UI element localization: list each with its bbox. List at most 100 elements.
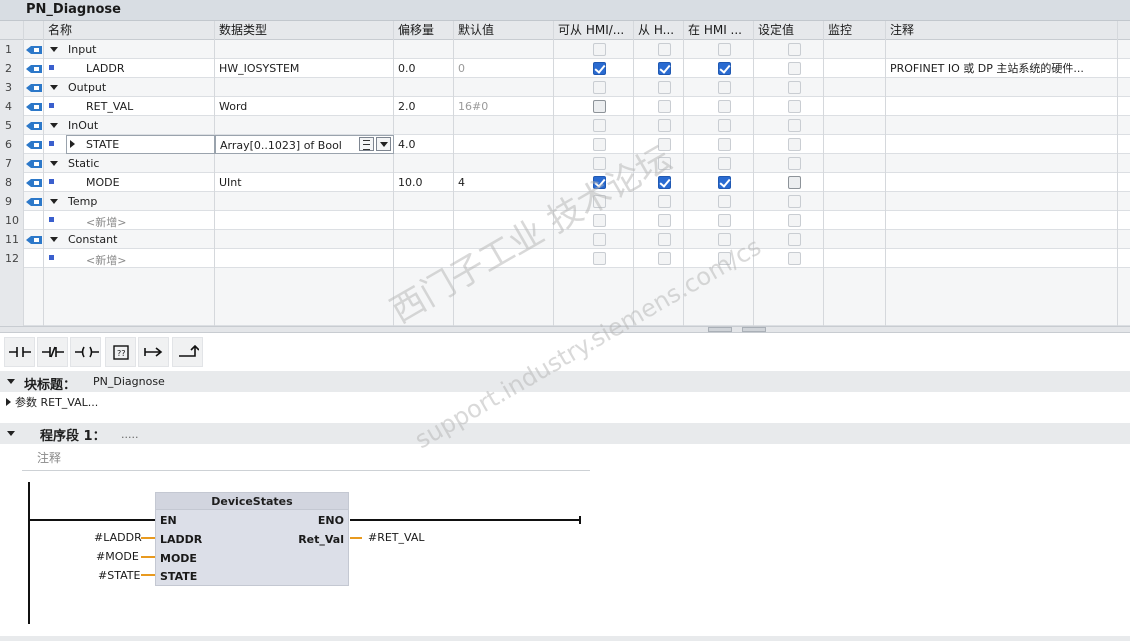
- name-cell[interactable]: <新增>: [44, 211, 215, 230]
- hmi-visible-checkbox[interactable]: [718, 138, 731, 151]
- col-offset[interactable]: 偏移量: [394, 21, 454, 40]
- hmi-write-checkbox[interactable]: [658, 195, 671, 208]
- network-title-bar[interactable]: 程序段 1： .....: [0, 423, 1130, 444]
- network-comment[interactable]: 注释: [22, 446, 590, 471]
- hmi-visible-checkbox[interactable]: [718, 157, 731, 170]
- setpoint-checkbox[interactable]: [788, 119, 801, 132]
- type-cell[interactable]: Word: [215, 97, 394, 116]
- name-cell[interactable]: MODE: [44, 173, 215, 192]
- param-mode[interactable]: #MODE: [96, 550, 139, 563]
- collapse-icon[interactable]: [50, 237, 58, 242]
- name-cell[interactable]: InOut: [44, 116, 215, 135]
- name-cell[interactable]: STATE: [44, 135, 215, 154]
- table-row[interactable]: 7 Static: [0, 154, 1130, 173]
- hmi-access-checkbox[interactable]: [593, 252, 606, 265]
- col-hmi-visible[interactable]: 在 HMI ...: [684, 21, 754, 40]
- type-cell[interactable]: UInt: [215, 173, 394, 192]
- col-monitor[interactable]: 监控: [824, 21, 886, 40]
- type-cell[interactable]: [215, 116, 394, 135]
- hmi-visible-checkbox[interactable]: [718, 176, 731, 189]
- type-cell[interactable]: [215, 249, 394, 268]
- offset-cell[interactable]: [394, 40, 454, 59]
- name-cell[interactable]: LADDR: [44, 59, 215, 78]
- offset-cell[interactable]: 0.0: [394, 59, 454, 78]
- default-cell[interactable]: [454, 116, 554, 135]
- hmi-write-checkbox[interactable]: [658, 252, 671, 265]
- hmi-visible-checkbox[interactable]: [718, 81, 731, 94]
- collapse-icon[interactable]: [50, 199, 58, 204]
- comment-cell[interactable]: [886, 211, 1118, 230]
- offset-cell[interactable]: 2.0: [394, 97, 454, 116]
- table-row[interactable]: 12 <新增>: [0, 249, 1130, 268]
- default-cell[interactable]: [454, 78, 554, 97]
- comment-cell[interactable]: [886, 249, 1118, 268]
- hmi-visible-checkbox[interactable]: [718, 214, 731, 227]
- name-cell[interactable]: Output: [44, 78, 215, 97]
- offset-cell[interactable]: [394, 230, 454, 249]
- hmi-access-checkbox[interactable]: [593, 100, 606, 113]
- hmi-access-checkbox[interactable]: [593, 62, 606, 75]
- block-title-value[interactable]: PN_Diagnose: [93, 375, 165, 388]
- hmi-access-checkbox[interactable]: [593, 43, 606, 56]
- comment-cell[interactable]: [886, 135, 1118, 154]
- name-cell[interactable]: Temp: [44, 192, 215, 211]
- name-cell[interactable]: <新增>: [44, 249, 215, 268]
- comment-cell[interactable]: [886, 97, 1118, 116]
- type-cell[interactable]: [215, 192, 394, 211]
- default-cell[interactable]: [454, 135, 554, 154]
- hmi-write-checkbox[interactable]: [658, 81, 671, 94]
- comment-cell[interactable]: [886, 173, 1118, 192]
- hmi-write-checkbox[interactable]: [658, 100, 671, 113]
- collapse-icon[interactable]: [50, 123, 58, 128]
- hmi-write-checkbox[interactable]: [658, 233, 671, 246]
- comment-cell[interactable]: PROFINET IO 或 DP 主站系统的硬件...: [886, 59, 1118, 78]
- setpoint-checkbox[interactable]: [788, 176, 801, 189]
- network-title[interactable]: .....: [121, 428, 138, 441]
- function-block[interactable]: DeviceStates EN LADDR MODE STATE ENO Ret…: [155, 492, 349, 586]
- setpoint-checkbox[interactable]: [788, 81, 801, 94]
- setpoint-checkbox[interactable]: [788, 214, 801, 227]
- hmi-write-checkbox[interactable]: [658, 119, 671, 132]
- type-cell[interactable]: HW_IOSYSTEM: [215, 59, 394, 78]
- collapse-icon[interactable]: [50, 47, 58, 52]
- block-comment[interactable]: 参数 RET_VAL...: [6, 394, 98, 410]
- setpoint-checkbox[interactable]: [788, 62, 801, 75]
- type-cell[interactable]: [215, 211, 394, 230]
- comment-cell[interactable]: [886, 78, 1118, 97]
- name-cell[interactable]: RET_VAL: [44, 97, 215, 116]
- name-cell[interactable]: Constant: [44, 230, 215, 249]
- expand-icon[interactable]: [70, 140, 75, 148]
- type-cell[interactable]: [215, 230, 394, 249]
- collapse-icon[interactable]: [50, 161, 58, 166]
- hmi-visible-checkbox[interactable]: [718, 62, 731, 75]
- hmi-access-checkbox[interactable]: [593, 233, 606, 246]
- param-state[interactable]: #STATE: [98, 569, 140, 582]
- col-hmi-access[interactable]: 可从 HMI/...: [554, 21, 634, 40]
- offset-cell[interactable]: [394, 211, 454, 230]
- contact-nc-button[interactable]: [37, 337, 68, 367]
- network-collapse-icon[interactable]: [7, 431, 15, 436]
- col-name[interactable]: 名称: [44, 21, 215, 40]
- hmi-write-checkbox[interactable]: [658, 62, 671, 75]
- table-row[interactable]: 4 Word 2.0 16#0 RET_VAL: [0, 97, 1130, 116]
- coil-button[interactable]: [70, 337, 101, 367]
- close-branch-button[interactable]: [172, 337, 203, 367]
- param-laddr[interactable]: #LADDR: [94, 531, 142, 544]
- table-row[interactable]: 3 Output: [0, 78, 1130, 97]
- setpoint-checkbox[interactable]: [788, 43, 801, 56]
- splitter-down-handle[interactable]: [742, 327, 766, 332]
- collapse-icon[interactable]: [7, 379, 15, 384]
- setpoint-checkbox[interactable]: [788, 157, 801, 170]
- table-row[interactable]: 2 HW_IOSYSTEM 0.0 0 PROFINET IO 或 DP 主站系统的硬件…: [0, 59, 1130, 78]
- hmi-visible-checkbox[interactable]: [718, 195, 731, 208]
- pane-splitter[interactable]: [0, 326, 1130, 333]
- hmi-write-checkbox[interactable]: [658, 43, 671, 56]
- comment-cell[interactable]: [886, 116, 1118, 135]
- col-hmi-write[interactable]: 从 H...: [634, 21, 684, 40]
- type-cell[interactable]: [215, 78, 394, 97]
- table-row[interactable]: 1 Input: [0, 40, 1130, 59]
- collapse-icon[interactable]: [50, 85, 58, 90]
- name-cell[interactable]: Input: [44, 40, 215, 59]
- block-title-bar[interactable]: 块标题： PN_Diagnose: [0, 371, 1130, 393]
- splitter-up-handle[interactable]: [708, 327, 732, 332]
